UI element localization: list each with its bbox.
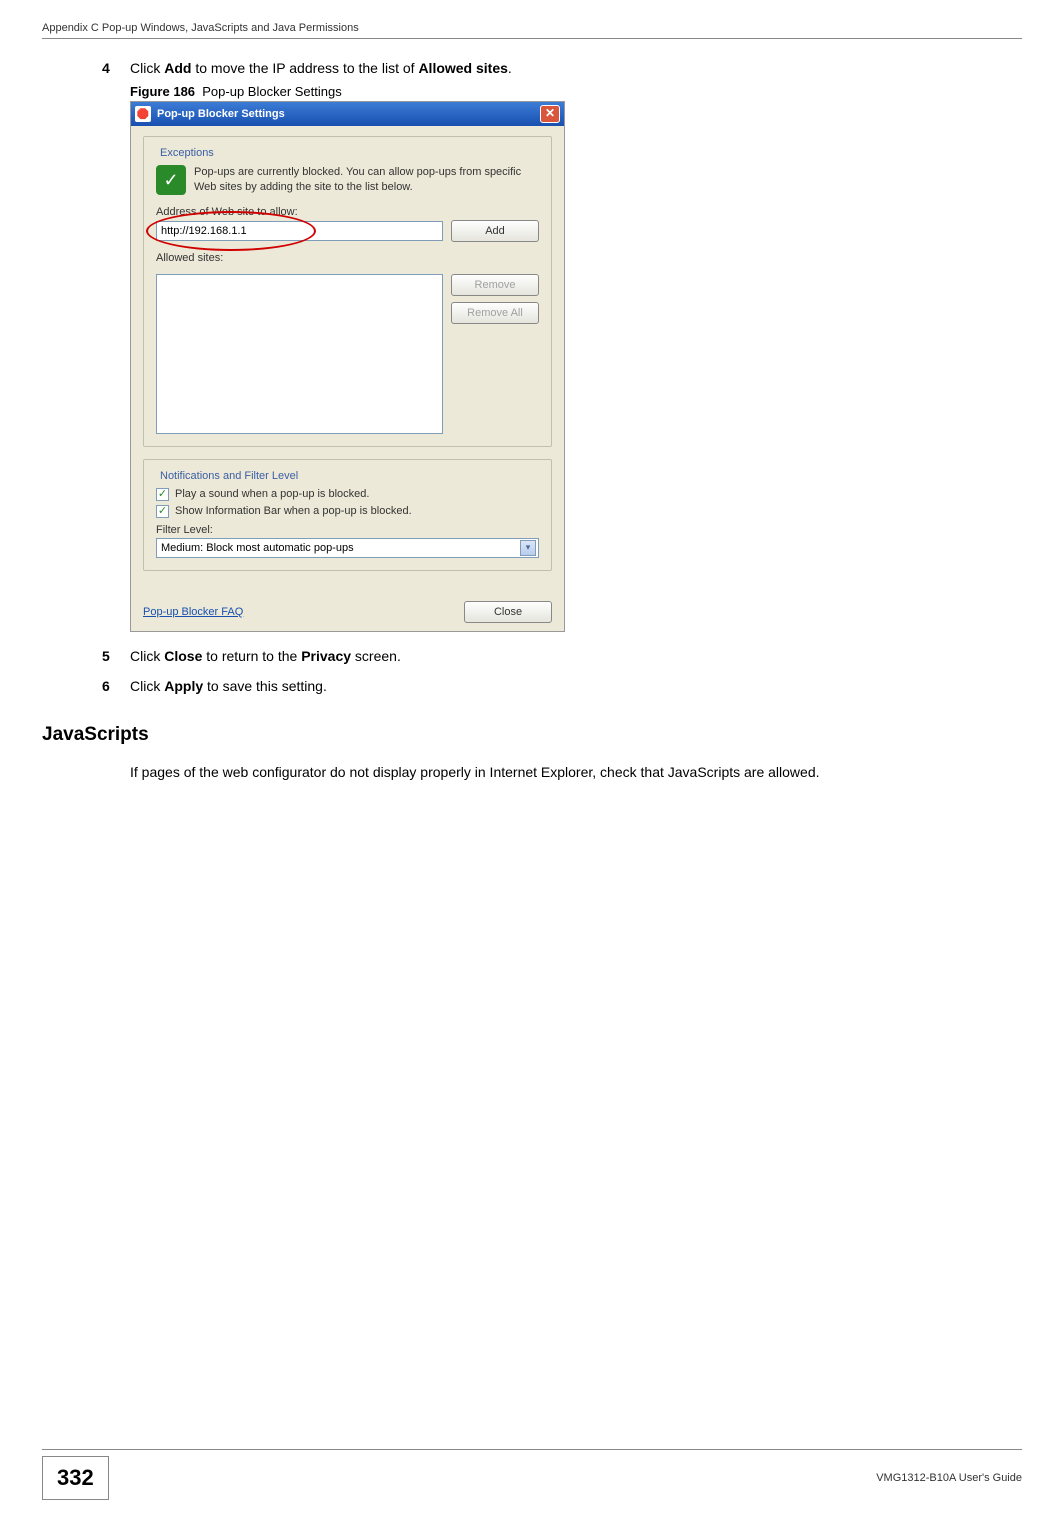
faq-link[interactable]: Pop-up Blocker FAQ	[143, 606, 243, 618]
bold-close: Close	[164, 648, 202, 664]
page-content: 4 Click Add to move the IP address to th…	[42, 60, 1022, 783]
bold-allowed-sites: Allowed sites	[418, 60, 507, 76]
add-button[interactable]: Add	[451, 220, 539, 242]
guide-name: VMG1312-B10A User's Guide	[876, 1472, 1022, 1484]
javascripts-paragraph: If pages of the web configurator do not …	[130, 762, 1022, 783]
exceptions-fieldset: Exceptions Pop-ups are currently blocked…	[143, 136, 552, 447]
remove-all-button[interactable]: Remove All	[451, 302, 539, 324]
step-text: Click Apply to save this setting.	[130, 678, 1022, 694]
step-text: Click Close to return to the Privacy scr…	[130, 648, 1022, 664]
play-sound-label: Play a sound when a pop-up is blocked.	[175, 488, 369, 500]
text: Click	[130, 678, 164, 694]
dialog-title: Pop-up Blocker Settings	[157, 108, 540, 120]
allowed-buttons: Remove Remove All	[451, 274, 539, 434]
show-info-label: Show Information Bar when a pop-up is bl…	[175, 505, 412, 517]
popup-blocker-dialog: Pop-up Blocker Settings ✕ Exceptions Pop…	[130, 101, 565, 632]
notifications-legend: Notifications and Filter Level	[156, 470, 302, 482]
chevron-down-icon: ▾	[520, 540, 536, 556]
text: to save this setting.	[203, 678, 327, 694]
close-button[interactable]: Close	[464, 601, 552, 623]
filter-level-label: Filter Level:	[156, 524, 539, 536]
page-footer: 332 VMG1312-B10A User's Guide	[42, 1449, 1022, 1500]
step-number: 5	[102, 648, 130, 664]
exceptions-top: Pop-ups are currently blocked. You can a…	[156, 165, 539, 196]
allowed-row: Remove Remove All	[156, 274, 539, 434]
figure-title: Pop-up Blocker Settings	[202, 84, 341, 99]
step-6: 6 Click Apply to save this setting.	[102, 678, 1022, 694]
step-number: 4	[102, 60, 130, 76]
address-row: Add	[156, 220, 539, 242]
dialog-titlebar: Pop-up Blocker Settings ✕	[131, 102, 564, 126]
page-header: Appendix C Pop-up Windows, JavaScripts a…	[42, 22, 1022, 39]
text: Click	[130, 648, 164, 664]
text: Click	[130, 60, 164, 76]
bold-apply: Apply	[164, 678, 203, 694]
play-sound-row: ✓ Play a sound when a pop-up is blocked.	[156, 488, 539, 501]
figure-label: Figure 186	[130, 84, 195, 99]
play-sound-checkbox[interactable]: ✓	[156, 488, 169, 501]
javascripts-heading: JavaScripts	[42, 724, 1022, 746]
remove-button[interactable]: Remove	[451, 274, 539, 296]
address-label: Address of Web site to allow:	[156, 206, 539, 218]
step-5: 5 Click Close to return to the Privacy s…	[102, 648, 1022, 664]
address-input[interactable]	[156, 221, 443, 241]
dialog-footer: Pop-up Blocker FAQ Close	[131, 593, 564, 631]
step-number: 6	[102, 678, 130, 694]
notifications-fieldset: Notifications and Filter Level ✓ Play a …	[143, 459, 552, 571]
close-icon[interactable]: ✕	[540, 105, 560, 123]
text: to move the IP address to the list of	[191, 60, 418, 76]
allowed-sites-label: Allowed sites:	[156, 252, 539, 264]
text: .	[508, 60, 512, 76]
page-number: 332	[42, 1456, 109, 1500]
step-4: 4 Click Add to move the IP address to th…	[102, 60, 1022, 76]
dialog-body: Exceptions Pop-ups are currently blocked…	[131, 126, 564, 593]
show-info-row: ✓ Show Information Bar when a pop-up is …	[156, 505, 539, 518]
show-info-checkbox[interactable]: ✓	[156, 505, 169, 518]
bold-add: Add	[164, 60, 191, 76]
exceptions-description: Pop-ups are currently blocked. You can a…	[194, 165, 539, 196]
text: to return to the	[202, 648, 301, 664]
address-wrap	[156, 221, 443, 241]
bold-privacy: Privacy	[301, 648, 351, 664]
filter-level-select[interactable]: Medium: Block most automatic pop-ups ▾	[156, 538, 539, 558]
header-title: Appendix C Pop-up Windows, JavaScripts a…	[42, 22, 359, 34]
allowed-sites-list[interactable]	[156, 274, 443, 434]
exceptions-legend: Exceptions	[156, 147, 218, 159]
figure-caption: Figure 186 Pop-up Blocker Settings	[130, 84, 1022, 99]
text: screen.	[351, 648, 401, 664]
step-text: Click Add to move the IP address to the …	[130, 60, 1022, 76]
filter-level-value: Medium: Block most automatic pop-ups	[161, 542, 354, 554]
checkmark-icon	[156, 165, 186, 195]
dialog-icon	[135, 106, 151, 122]
